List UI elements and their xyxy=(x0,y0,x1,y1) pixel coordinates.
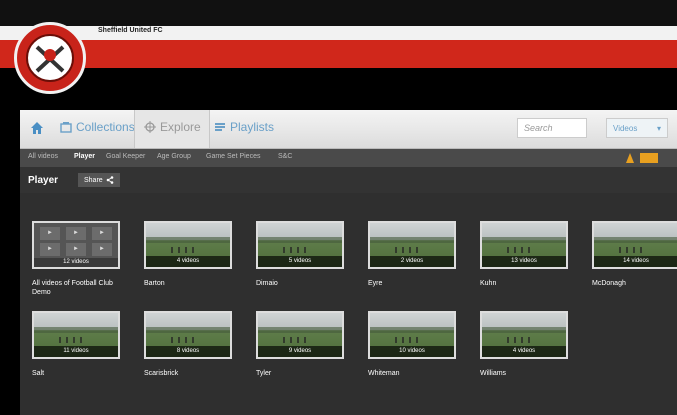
club-name: Sheffield United FC xyxy=(98,27,163,34)
all-videos-thumbnail: ► ► ► ► ► ► 12 videos xyxy=(32,221,120,269)
card-label: Barton xyxy=(144,280,165,287)
card-label: McDonagh xyxy=(592,280,626,287)
collections-icon xyxy=(60,122,72,133)
video-count: 10 videos xyxy=(370,346,454,357)
player-card-salt[interactable]: 11 videos Salt xyxy=(32,311,120,378)
page-header: Player Share xyxy=(20,167,677,193)
filter-bar: All videos Player Goal Keeper Age Group … xyxy=(20,149,677,167)
nav-explore-label: Explore xyxy=(160,120,201,134)
player-card-whiteman[interactable]: 10 videos Whiteman xyxy=(368,311,456,378)
video-count: 11 videos xyxy=(34,346,118,357)
player-card-williams[interactable]: 4 videos Williams xyxy=(480,311,568,378)
player-card-mcdonagh[interactable]: 14 videos McDonagh xyxy=(592,221,677,288)
page-title: Player xyxy=(28,175,59,186)
play-icon: ► xyxy=(92,227,112,240)
type-select-value: Videos xyxy=(613,124,638,133)
club-crest-logo xyxy=(14,22,86,94)
header-gap xyxy=(0,68,677,110)
search-input[interactable]: Search xyxy=(517,118,587,138)
video-count: 4 videos xyxy=(146,256,230,267)
video-count: 5 videos xyxy=(258,256,342,267)
nav-playlists-label: Playlists xyxy=(230,120,275,134)
video-count: 2 videos xyxy=(370,256,454,267)
video-thumbnail: 9 videos xyxy=(256,311,344,359)
share-label: Share xyxy=(84,176,103,184)
nav-playlists[interactable]: Playlists xyxy=(214,120,274,134)
nav-explore[interactable]: Explore xyxy=(144,120,201,134)
video-count: 12 videos xyxy=(34,258,118,267)
red-banner xyxy=(0,40,677,68)
player-card-barton[interactable]: 4 videos Barton xyxy=(144,221,232,288)
filter-age-group[interactable]: Age Group xyxy=(157,153,191,160)
main-nav: Collections Explore Playlists Search Vid… xyxy=(20,110,677,149)
play-icon: ► xyxy=(66,243,86,256)
player-card-kuhn[interactable]: 13 videos Kuhn xyxy=(480,221,568,288)
player-grid: ► ► ► ► ► ► 12 videos All videos of Foot… xyxy=(20,193,677,415)
player-card-dimaio[interactable]: 5 videos Dimaio xyxy=(256,221,344,288)
orange-action-button[interactable] xyxy=(640,153,658,163)
video-count: 13 videos xyxy=(482,256,566,267)
play-icon: ► xyxy=(40,227,60,240)
card-label: Williams xyxy=(480,370,507,377)
player-card-all[interactable]: ► ► ► ► ► ► 12 videos All videos of Foot… xyxy=(32,221,120,297)
player-card-eyre[interactable]: 2 videos Eyre xyxy=(368,221,456,288)
video-library-app: Collections Explore Playlists Search Vid… xyxy=(20,110,677,415)
player-card-tyler[interactable]: 9 videos Tyler xyxy=(256,311,344,378)
filter-all-videos[interactable]: All videos xyxy=(28,153,58,160)
share-button[interactable]: Share xyxy=(78,173,120,187)
video-count: 9 videos xyxy=(258,346,342,357)
video-count: 4 videos xyxy=(482,346,566,357)
video-thumbnail: 10 videos xyxy=(368,311,456,359)
card-label: All videos of Football Club Demo xyxy=(32,280,113,296)
crest-emblem-icon xyxy=(26,34,74,82)
explore-icon xyxy=(144,121,156,133)
share-icon xyxy=(106,176,113,184)
nav-collections[interactable]: Collections xyxy=(60,120,135,134)
nav-collections-label: Collections xyxy=(76,120,135,134)
filter-goal-keeper[interactable]: Goal Keeper xyxy=(106,153,145,160)
video-thumbnail: 4 videos xyxy=(144,221,232,269)
video-count: 8 videos xyxy=(146,346,230,357)
filter-player[interactable]: Player xyxy=(74,153,95,160)
video-thumbnail: 11 videos xyxy=(32,311,120,359)
card-label: Dimaio xyxy=(256,280,278,287)
player-card-scarisbrick[interactable]: 8 videos Scarisbrick xyxy=(144,311,232,378)
play-icon: ► xyxy=(40,243,60,256)
home-icon[interactable] xyxy=(30,121,44,135)
filter-game-set-pieces[interactable]: Game Set Pieces xyxy=(206,153,260,160)
card-label: Eyre xyxy=(368,280,383,287)
card-label: Tyler xyxy=(256,370,272,377)
card-label: Whiteman xyxy=(368,370,400,377)
play-icon: ► xyxy=(92,243,112,256)
filter-s-and-c[interactable]: S&C xyxy=(278,153,292,160)
video-thumbnail: 4 videos xyxy=(480,311,568,359)
card-label: Scarisbrick xyxy=(144,370,179,377)
video-count: 14 videos xyxy=(594,256,677,267)
card-label: Kuhn xyxy=(480,280,497,287)
chevron-down-icon: ▾ xyxy=(656,124,661,133)
play-icon: ► xyxy=(66,227,86,240)
type-select[interactable]: Videos ▾ xyxy=(606,118,668,138)
video-thumbnail: 14 videos xyxy=(592,221,677,269)
video-thumbnail: 8 videos xyxy=(144,311,232,359)
video-thumbnail: 2 videos xyxy=(368,221,456,269)
card-label: Salt xyxy=(32,370,45,377)
video-thumbnail: 13 videos xyxy=(480,221,568,269)
playlists-icon xyxy=(215,123,225,131)
video-thumbnail: 5 videos xyxy=(256,221,344,269)
warning-icon[interactable] xyxy=(625,152,635,164)
